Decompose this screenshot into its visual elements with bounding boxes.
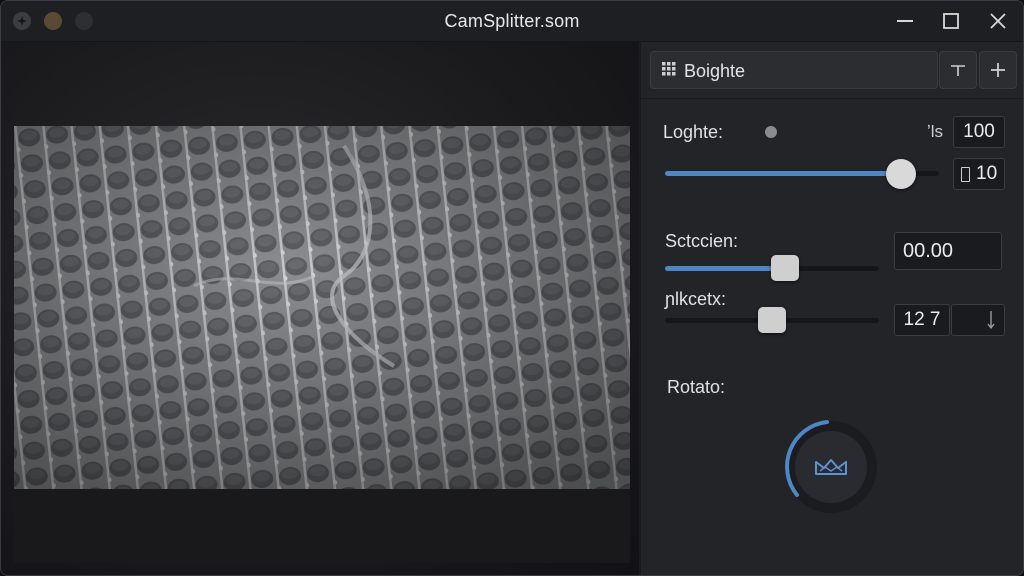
brightness-secondary-value: 10 xyxy=(976,163,998,184)
panel-divider xyxy=(641,98,1023,99)
saturation-slider-knob[interactable] xyxy=(770,255,799,281)
brightness-indicator xyxy=(765,126,777,138)
plus-icon xyxy=(991,63,1005,77)
rotate-label: Rotato: xyxy=(667,377,726,397)
rotate-dial[interactable] xyxy=(783,419,879,515)
window-title: CamSplitter.som xyxy=(444,11,580,31)
brightness-label: Loghte: xyxy=(663,122,724,142)
saturation-fill xyxy=(665,266,785,271)
preset-selector[interactable]: Boighte xyxy=(650,51,938,89)
maximize-icon xyxy=(943,13,959,29)
camera-viewer xyxy=(1,42,639,575)
contrast-label: ɲlkcetx: xyxy=(665,289,727,309)
app-window: CamSplitter.som Boighte Loghte: ʼls 100 … xyxy=(0,0,1024,576)
maximize-button[interactable] xyxy=(939,9,963,33)
minimize-button[interactable] xyxy=(893,9,917,33)
preset-label: Boighte xyxy=(684,61,746,81)
minimize-icon xyxy=(897,20,913,22)
tee-icon xyxy=(951,65,965,76)
saturation-value-field[interactable]: 00.00 xyxy=(894,232,1002,270)
contrast-value-field[interactable]: 12 7 xyxy=(894,304,950,336)
field-marker-icon xyxy=(961,166,970,182)
close-button[interactable] xyxy=(986,9,1010,33)
control-panel: Boighte Loghte: ʼls 100 10 Sctccien: 00.… xyxy=(640,42,1023,575)
brightness-fill xyxy=(665,171,901,176)
camera-preview[interactable] xyxy=(14,126,630,489)
contrast-slider-knob[interactable] xyxy=(758,307,786,333)
crown-icon xyxy=(815,459,847,475)
stepper-arrow-icon xyxy=(987,311,995,330)
brightness-value-field[interactable]: 100 xyxy=(953,116,1005,148)
close-icon xyxy=(990,13,1006,29)
brightness-unit: ʼls xyxy=(927,122,944,141)
preset-tee-button[interactable] xyxy=(939,51,977,89)
brightness-slider-knob[interactable] xyxy=(885,159,916,189)
contrast-stepper[interactable] xyxy=(951,304,1005,336)
grid-icon xyxy=(662,62,676,81)
add-preset-button[interactable] xyxy=(979,51,1017,89)
saturation-label: Sctccien: xyxy=(665,231,739,251)
brightness-secondary-field[interactable]: 10 xyxy=(953,158,1005,190)
title-bar: CamSplitter.som xyxy=(1,1,1023,42)
viewer-footer xyxy=(14,489,630,563)
